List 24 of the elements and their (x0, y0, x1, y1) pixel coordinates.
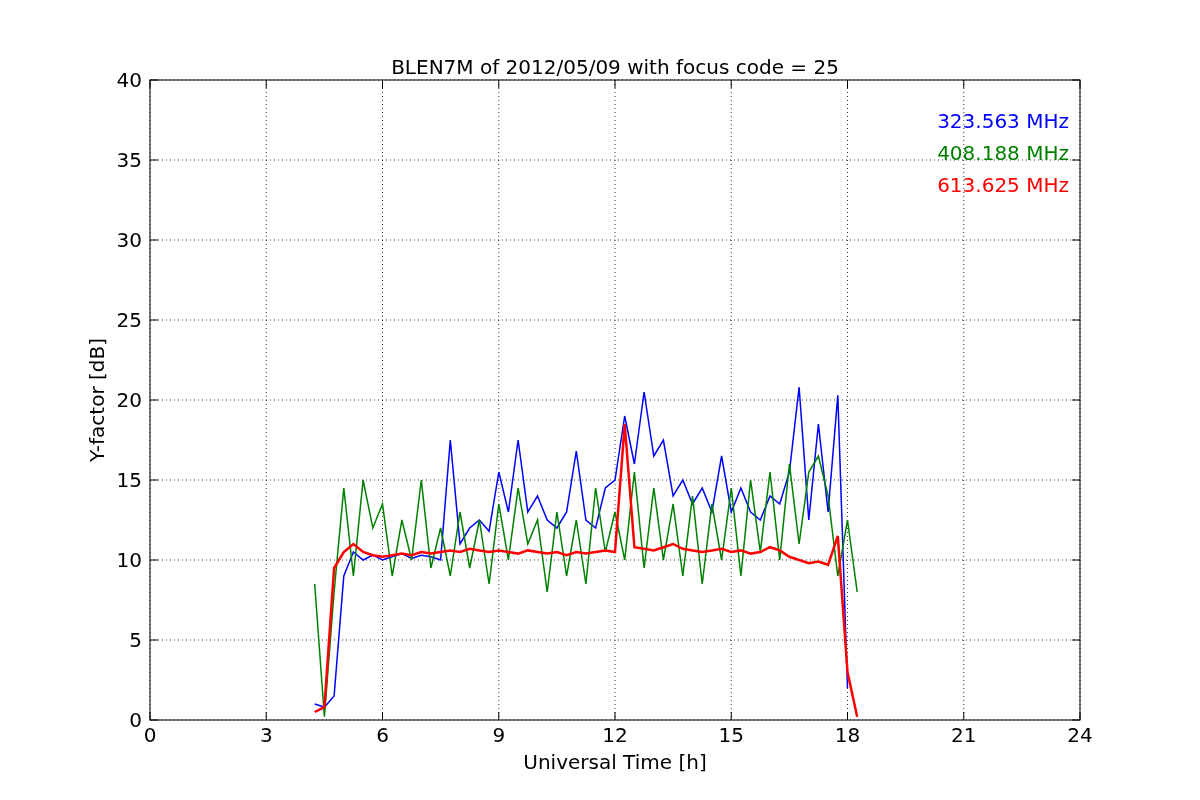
x-tick-label: 15 (718, 723, 744, 747)
x-tick-label: 9 (492, 723, 506, 747)
y-tick-label: 35 (116, 148, 142, 172)
y-tick-label: 5 (129, 628, 142, 652)
x-tick-label: 12 (602, 723, 628, 747)
legend-label: 408.188 MHz (937, 141, 1069, 165)
y-tick-label: 40 (116, 68, 142, 92)
x-tick-label: 0 (143, 723, 157, 747)
x-axis-label: Universal Time [h] (523, 750, 707, 774)
chart-title: BLEN7M of 2012/05/09 with focus code = 25 (391, 55, 839, 79)
y-tick-label: 15 (116, 468, 142, 492)
y-tick-label: 20 (116, 388, 142, 412)
y-tick-label: 0 (129, 708, 142, 732)
x-tick-label: 6 (376, 723, 389, 747)
y-axis-label: Y-factor [dB] (85, 338, 109, 462)
legend-label: 613.625 MHz (937, 173, 1069, 197)
legend-label: 323.563 MHz (937, 109, 1069, 133)
y-tick-label: 25 (116, 308, 142, 332)
y-tick-label: 30 (116, 228, 142, 252)
x-tick-label: 21 (951, 723, 977, 747)
x-tick-label: 3 (259, 723, 273, 747)
x-tick-label: 24 (1067, 723, 1093, 747)
x-tick-label: 18 (834, 723, 861, 747)
y-tick-label: 10 (116, 548, 142, 572)
